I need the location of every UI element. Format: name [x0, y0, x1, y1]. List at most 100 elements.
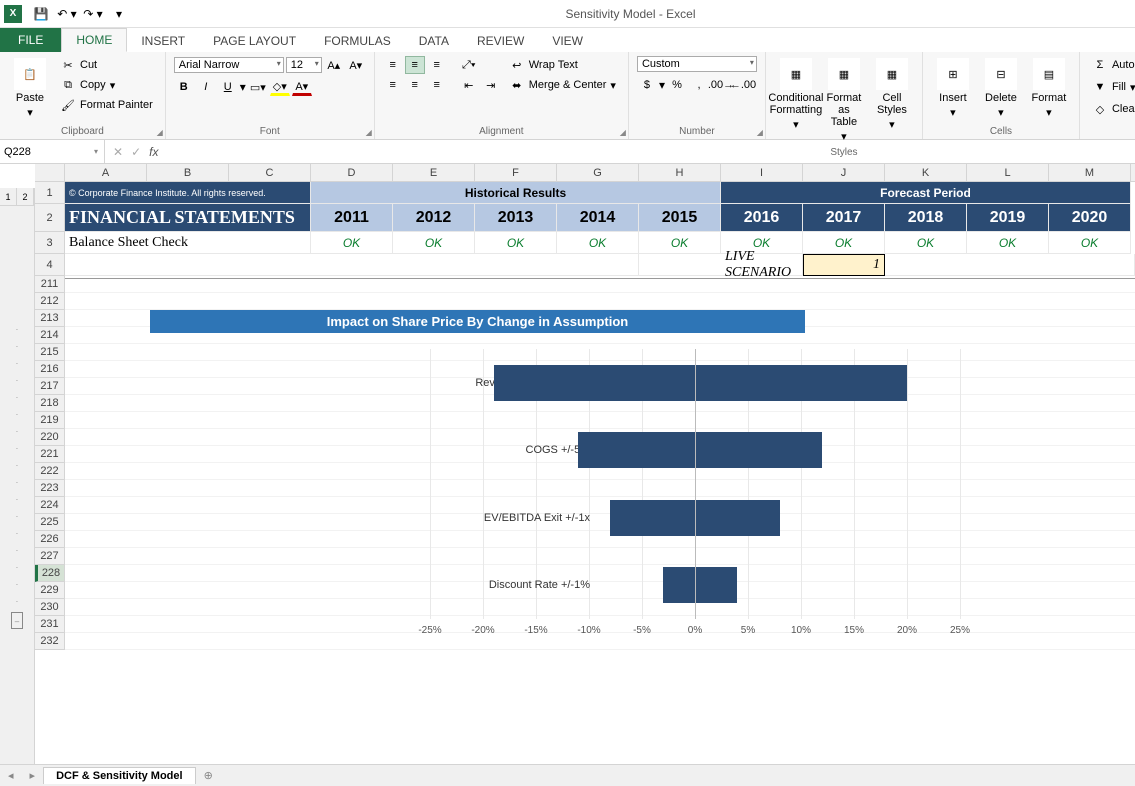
tab-insert[interactable]: INSERT: [127, 30, 199, 52]
tab-home[interactable]: HOME: [61, 28, 127, 52]
sheet-nav-next[interactable]: ▸: [22, 769, 44, 782]
clear-button[interactable]: ◇Clear: [1088, 100, 1135, 118]
ok-cell[interactable]: OK: [885, 232, 967, 254]
row-header[interactable]: 2: [35, 204, 65, 232]
row-header[interactable]: 219: [35, 412, 65, 429]
row-header[interactable]: 214: [35, 327, 65, 344]
ok-cell[interactable]: OK: [393, 232, 475, 254]
column-header[interactable]: A: [65, 164, 147, 181]
forecast-header[interactable]: Forecast Period: [721, 182, 1131, 204]
tab-view[interactable]: VIEW: [538, 30, 597, 52]
underline-button[interactable]: U: [218, 78, 238, 96]
year-cell[interactable]: 2013: [475, 204, 557, 232]
row-header[interactable]: 213: [35, 310, 65, 327]
column-header[interactable]: G: [557, 164, 639, 181]
year-cell[interactable]: 2019: [967, 204, 1049, 232]
row-header[interactable]: 220: [35, 429, 65, 446]
row-header[interactable]: 3: [35, 232, 65, 254]
fill-color-button[interactable]: ◇▾: [270, 78, 290, 96]
number-launcher[interactable]: ◢: [757, 128, 763, 137]
sheet-nav-prev[interactable]: ◂: [0, 769, 22, 782]
percent-button[interactable]: %: [667, 76, 687, 94]
merge-center-button[interactable]: ⬌Merge & Center ▾: [505, 76, 620, 94]
undo-button[interactable]: ↶ ▾: [56, 3, 78, 25]
tab-review[interactable]: REVIEW: [463, 30, 538, 52]
grid[interactable]: ABCDEFGHIJKLM 1 © Corporate Finance Inst…: [35, 164, 1135, 764]
column-header[interactable]: K: [885, 164, 967, 181]
font-color-button[interactable]: A▾: [292, 78, 312, 96]
row-header[interactable]: 212: [35, 293, 65, 310]
enter-formula-icon[interactable]: ✓: [131, 145, 141, 159]
cut-button[interactable]: ✂Cut: [56, 56, 157, 74]
align-bottom[interactable]: ≡: [427, 56, 447, 74]
ok-cell[interactable]: OK: [967, 232, 1049, 254]
add-sheet-button[interactable]: ⊕: [196, 769, 221, 782]
row-header[interactable]: 211: [35, 276, 65, 293]
font-family-select[interactable]: Arial Narrow: [174, 57, 284, 73]
year-cell[interactable]: 2020: [1049, 204, 1131, 232]
year-cell[interactable]: 2014: [557, 204, 639, 232]
row-header[interactable]: 224: [35, 497, 65, 514]
align-center[interactable]: ≡: [405, 76, 425, 94]
row-header[interactable]: 227: [35, 548, 65, 565]
column-header[interactable]: J: [803, 164, 885, 181]
format-painter-button[interactable]: 🖌Format Painter: [56, 96, 157, 114]
currency-button[interactable]: $: [637, 76, 657, 94]
increase-indent[interactable]: ⇥: [481, 76, 501, 94]
font-size-select[interactable]: 12: [286, 57, 322, 73]
outline-dot[interactable]: ·: [0, 321, 34, 338]
clipboard-launcher[interactable]: ◢: [157, 128, 163, 137]
year-cell[interactable]: 2016: [721, 204, 803, 232]
tab-file[interactable]: FILE: [0, 28, 61, 52]
row-header[interactable]: 4: [35, 254, 65, 276]
paste-button[interactable]: 📋 Paste ▾: [8, 56, 52, 124]
copy-button[interactable]: ⧉Copy ▾: [56, 76, 157, 94]
column-header[interactable]: L: [967, 164, 1049, 181]
copyright-cell[interactable]: © Corporate Finance Institute. All right…: [65, 182, 311, 204]
statements-title[interactable]: FINANCIAL STATEMENTS: [65, 204, 311, 232]
align-right[interactable]: ≡: [427, 76, 447, 94]
worksheet-body[interactable]: 2112122132142152162172182192202212222232…: [35, 276, 1135, 650]
increase-decimal[interactable]: .00→: [711, 76, 731, 94]
row-header[interactable]: 232: [35, 633, 65, 650]
year-cell[interactable]: 2017: [803, 204, 885, 232]
decrease-font-button[interactable]: A▾: [346, 56, 366, 74]
outline-level-2[interactable]: 2: [17, 188, 34, 205]
column-header[interactable]: D: [311, 164, 393, 181]
column-header[interactable]: M: [1049, 164, 1131, 181]
ok-cell[interactable]: OK: [1049, 232, 1131, 254]
insert-cells-button[interactable]: ⊞Insert▾: [931, 56, 975, 124]
tab-formulas[interactable]: FORMULAS: [310, 30, 405, 52]
historical-header[interactable]: Historical Results: [311, 182, 721, 204]
conditional-formatting-button[interactable]: ▦Conditional Formatting▾: [774, 56, 818, 145]
format-cells-button[interactable]: ▤Format▾: [1027, 56, 1071, 124]
font-launcher[interactable]: ◢: [366, 128, 372, 137]
alignment-launcher[interactable]: ◢: [620, 128, 626, 137]
column-header[interactable]: B: [147, 164, 229, 181]
redo-button[interactable]: ↷ ▾: [82, 3, 104, 25]
row-header[interactable]: 216: [35, 361, 65, 378]
row-header[interactable]: 229: [35, 582, 65, 599]
ok-cell[interactable]: OK: [557, 232, 639, 254]
align-middle[interactable]: ≡: [405, 56, 425, 74]
align-left[interactable]: ≡: [383, 76, 403, 94]
column-header[interactable]: H: [639, 164, 721, 181]
outline-level-1[interactable]: 1: [0, 188, 17, 205]
ok-cell[interactable]: OK: [475, 232, 557, 254]
scenario-value[interactable]: 1: [803, 254, 885, 276]
fill-button[interactable]: ▼Fill▾: [1088, 78, 1135, 96]
tab-page-layout[interactable]: PAGE LAYOUT: [199, 30, 310, 52]
delete-cells-button[interactable]: ⊟Delete▾: [979, 56, 1023, 124]
row-header[interactable]: 225: [35, 514, 65, 531]
row-header[interactable]: 221: [35, 446, 65, 463]
column-header[interactable]: E: [393, 164, 475, 181]
row-header[interactable]: 230: [35, 599, 65, 616]
bold-button[interactable]: B: [174, 78, 194, 96]
cancel-formula-icon[interactable]: ✕: [113, 145, 123, 159]
formula-input[interactable]: [166, 140, 1135, 163]
cell-styles-button[interactable]: ▦Cell Styles▾: [870, 56, 914, 145]
outline-collapse[interactable]: –: [11, 612, 23, 629]
row-header[interactable]: 231: [35, 616, 65, 633]
scenario-label2[interactable]: LIVE SCENARIO: [721, 254, 803, 276]
year-cell[interactable]: 2012: [393, 204, 475, 232]
